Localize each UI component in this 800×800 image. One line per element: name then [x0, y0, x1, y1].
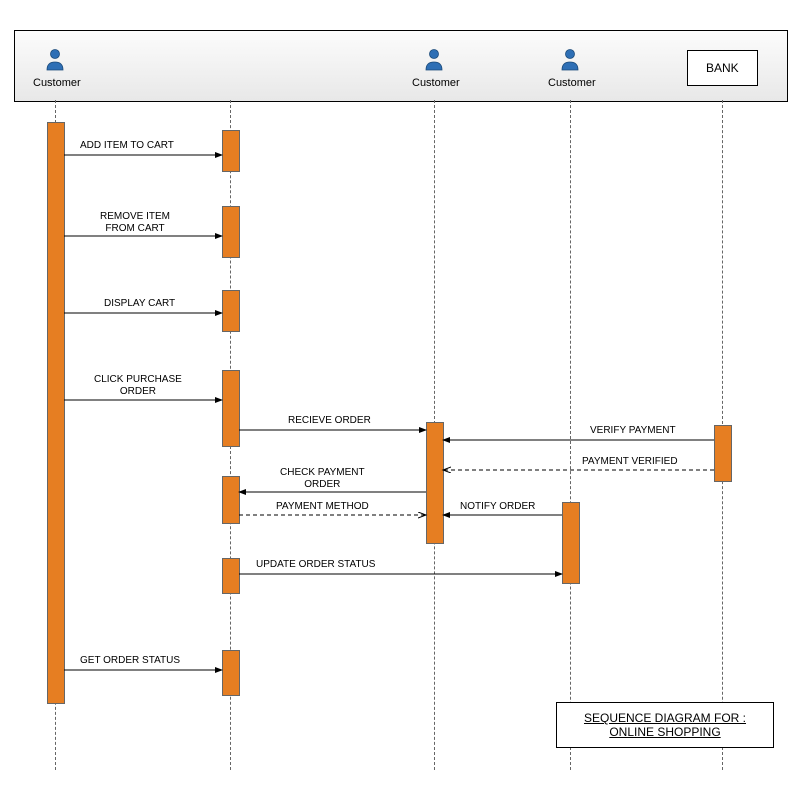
msg-payment-method: PAYMENT METHOD — [276, 501, 369, 513]
bank-box: BANK — [687, 50, 758, 86]
activation-p4-1 — [562, 502, 580, 584]
msg-add-item: ADD ITEM TO CART — [80, 140, 174, 152]
activation-p3-1 — [426, 422, 444, 544]
bank-label: BANK — [706, 61, 739, 75]
msg-get-status: GET ORDER STATUS — [80, 655, 180, 667]
diagram-container: Customer Customer Customer BANK — [0, 0, 800, 800]
activation-p2-1 — [222, 130, 240, 172]
activation-p2-4 — [222, 370, 240, 447]
activation-p2-6 — [222, 558, 240, 594]
msg-update-order: UPDATE ORDER STATUS — [256, 559, 375, 571]
msg-notify-order: NOTIFY ORDER — [460, 501, 535, 513]
activation-p1 — [47, 122, 65, 704]
activation-p2-3 — [222, 290, 240, 332]
activation-p2-5 — [222, 476, 240, 524]
msg-remove-item: REMOVE ITEM FROM CART — [100, 211, 170, 235]
actor-3-label: Customer — [548, 77, 592, 89]
actor-3: Customer — [548, 48, 592, 89]
actor-2: Customer — [412, 48, 456, 89]
msg-receive-order: RECIEVE ORDER — [288, 415, 371, 427]
person-icon — [43, 48, 67, 72]
diagram-title: SEQUENCE DIAGRAM FOR : ONLINE SHOPPING — [556, 702, 774, 748]
actor-1: Customer — [33, 48, 77, 89]
msg-check-payment: CHECK PAYMENT ORDER — [280, 467, 365, 491]
person-icon — [558, 48, 582, 72]
actor-1-label: Customer — [33, 77, 77, 89]
actor-2-label: Customer — [412, 77, 456, 89]
msg-display-cart: DISPLAY CART — [104, 298, 175, 310]
activation-p5-1 — [714, 425, 732, 482]
activation-p2-2 — [222, 206, 240, 258]
msg-verify-payment: VERIFY PAYMENT — [590, 425, 676, 437]
header-bar — [14, 30, 788, 102]
msg-click-purchase: CLICK PURCHASE ORDER — [94, 374, 182, 398]
person-icon — [422, 48, 446, 72]
lifeline-4 — [570, 100, 571, 770]
msg-payment-verified: PAYMENT VERIFIED — [582, 456, 678, 468]
activation-p2-7 — [222, 650, 240, 696]
arrows-svg — [0, 0, 800, 800]
